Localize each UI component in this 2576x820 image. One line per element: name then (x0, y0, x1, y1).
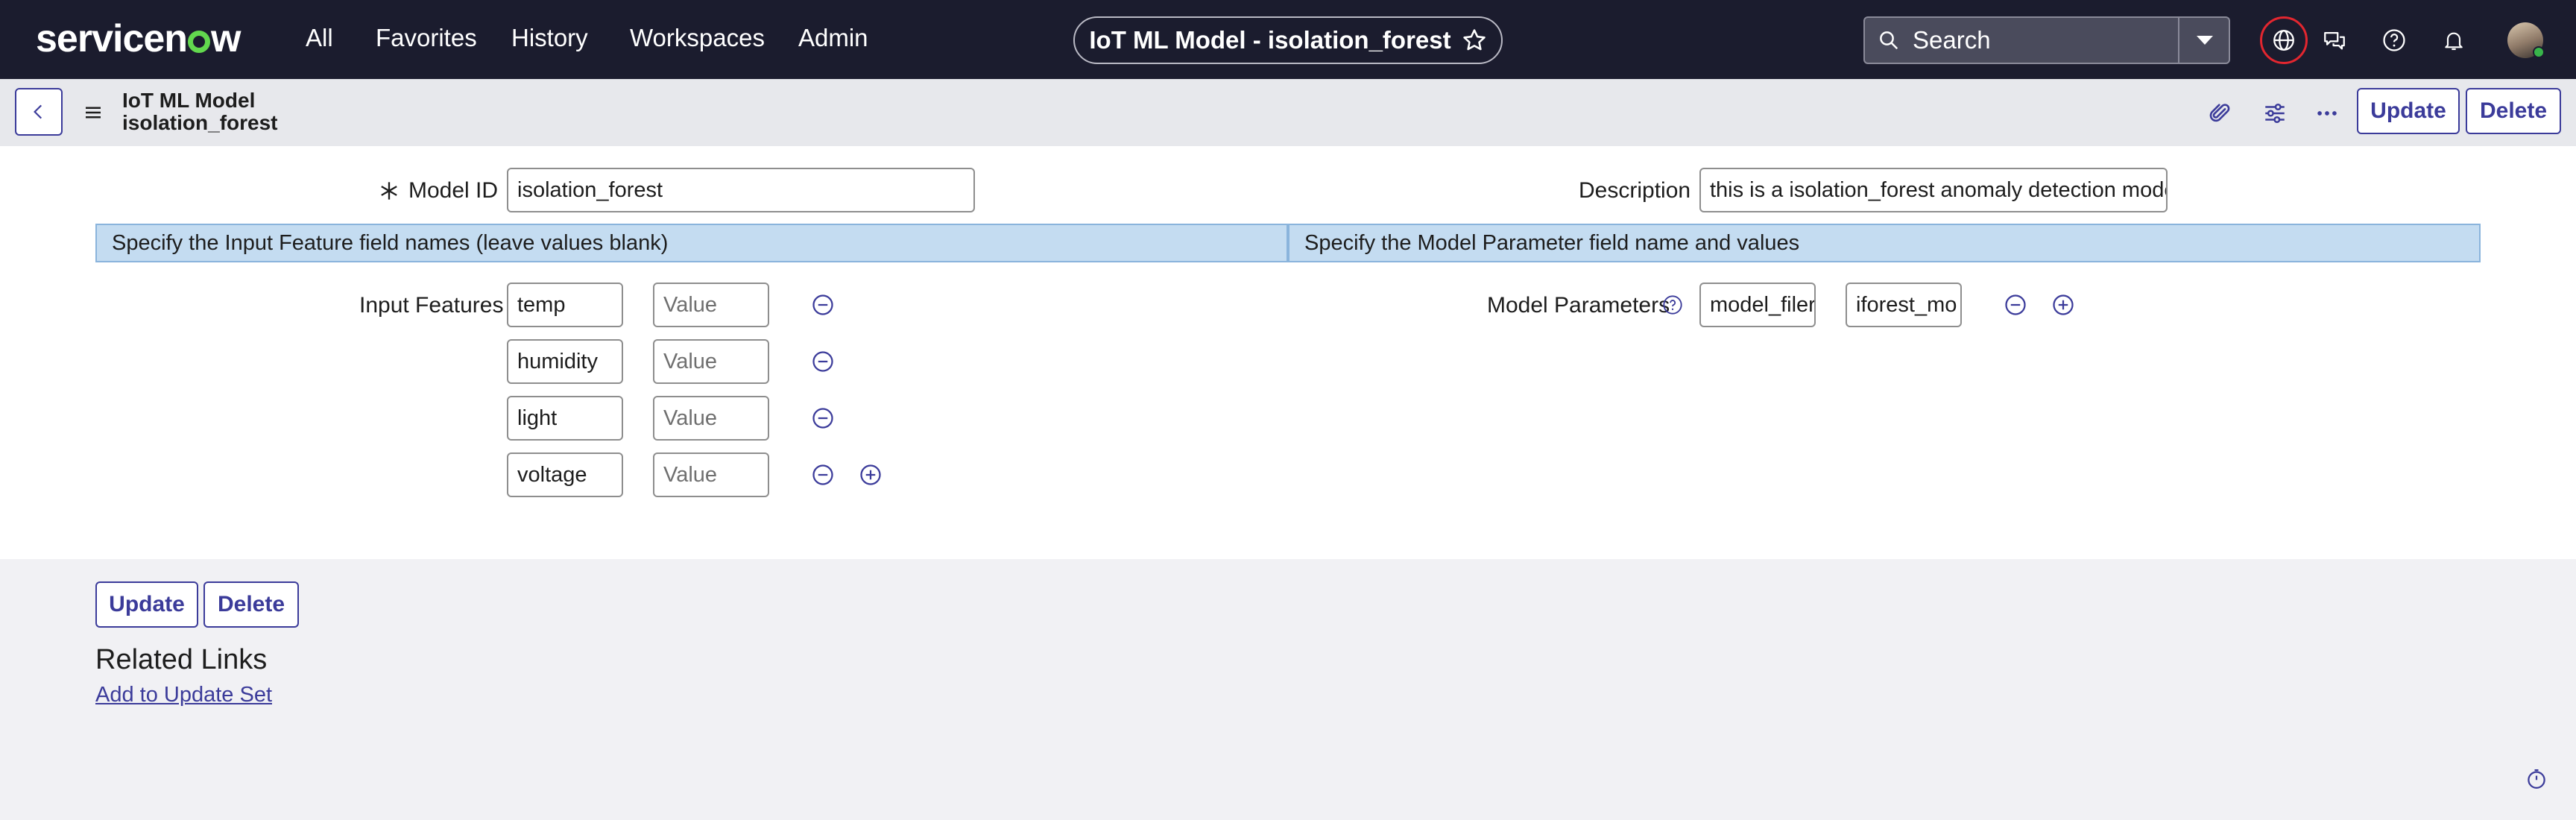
input-feature-name-field[interactable]: temp (507, 283, 623, 327)
page-title-table: IoT ML Model (122, 89, 256, 112)
nav-admin[interactable]: Admin (798, 24, 868, 52)
nav-history[interactable]: History (511, 24, 588, 52)
search-icon (1865, 18, 1913, 63)
globe-icon (2273, 30, 2294, 51)
chevron-left-icon (34, 104, 42, 119)
input-feature-value-field[interactable]: Value (653, 396, 769, 441)
delete-button-footer[interactable]: Delete (203, 581, 299, 628)
input-features-label: Input Features (359, 293, 504, 318)
input-features-banner: Specify the Input Feature field names (l… (95, 224, 1288, 262)
add-row-icon[interactable] (859, 464, 882, 486)
form-body: Model ID isolation_forest Description th… (0, 146, 2576, 559)
input-feature-value-field[interactable]: Value (653, 283, 769, 327)
help-icon[interactable] (1662, 294, 1683, 315)
search-scope-dropdown[interactable] (2178, 16, 2230, 64)
model-parameter-value-field[interactable]: iforest_mo (1846, 283, 1962, 327)
servicenow-logo[interactable]: servicen w (36, 16, 241, 61)
update-button-footer[interactable]: Update (95, 581, 198, 628)
remove-row-icon[interactable] (2004, 294, 2027, 316)
model-parameter-name-field[interactable]: model_filer (1699, 283, 1816, 327)
back-button[interactable] (15, 88, 63, 136)
input-feature-name-field[interactable]: humidity (507, 339, 623, 384)
description-label: Description (1579, 178, 1691, 203)
context-menu-icon[interactable] (82, 101, 104, 124)
online-status-icon (2533, 46, 2545, 58)
add-to-update-set-link[interactable]: Add to Update Set (95, 683, 272, 707)
nav-workspaces[interactable]: Workspaces (630, 24, 765, 52)
input-feature-value-field[interactable]: Value (653, 339, 769, 384)
description-input[interactable]: this is a isolation_forest anomaly detec… (1699, 168, 2168, 212)
delete-button-header[interactable]: Delete (2466, 88, 2561, 134)
model-parameters-banner: Specify the Model Parameter field name a… (1288, 224, 2481, 262)
language-selector[interactable] (2260, 16, 2308, 64)
input-feature-name-field[interactable]: light (507, 396, 623, 441)
model-id-input[interactable]: isolation_forest (507, 168, 975, 212)
form-header: IoT ML Model isolation_forest Update Del… (0, 79, 2576, 146)
model-id-label: Model ID (408, 178, 499, 203)
remove-row-icon[interactable] (812, 350, 834, 373)
global-search-input[interactable]: Search (1863, 16, 2230, 64)
remove-row-icon[interactable] (812, 464, 834, 486)
model-parameters-label: Model Parameters (1487, 293, 1670, 318)
star-icon[interactable] (1462, 28, 1487, 53)
input-feature-name-field[interactable]: voltage (507, 452, 623, 497)
related-links-heading: Related Links (95, 644, 268, 675)
paperclip-icon[interactable] (2203, 97, 2236, 130)
nav-favorites[interactable]: Favorites (376, 24, 477, 52)
input-feature-value-field[interactable]: Value (653, 452, 769, 497)
more-options-icon[interactable] (2311, 97, 2343, 130)
mandatory-asterisk-icon (381, 182, 397, 200)
nav-all[interactable]: All (306, 24, 333, 52)
page-title-record: isolation_forest (122, 111, 278, 134)
record-title-pill[interactable]: IoT ML Model - isolation_forest (1073, 16, 1503, 64)
caret-down-icon (2197, 36, 2213, 45)
remove-row-icon[interactable] (812, 294, 834, 316)
update-button-header[interactable]: Update (2357, 88, 2460, 134)
help-icon[interactable] (2378, 24, 2411, 57)
top-navigation-bar: servicen w All Favorites History Workspac… (0, 0, 2576, 79)
add-row-icon[interactable] (2052, 294, 2074, 316)
timer-icon[interactable] (2525, 768, 2548, 790)
bell-icon[interactable] (2437, 24, 2470, 57)
remove-row-icon[interactable] (812, 407, 834, 429)
page-title: IoT ML Model isolation_forest (122, 89, 277, 134)
record-title: IoT ML Model - isolation_forest (1089, 26, 1451, 54)
search-placeholder: Search (1913, 26, 1991, 54)
settings-sliders-icon[interactable] (2258, 97, 2291, 130)
chat-icon[interactable] (2318, 24, 2351, 57)
